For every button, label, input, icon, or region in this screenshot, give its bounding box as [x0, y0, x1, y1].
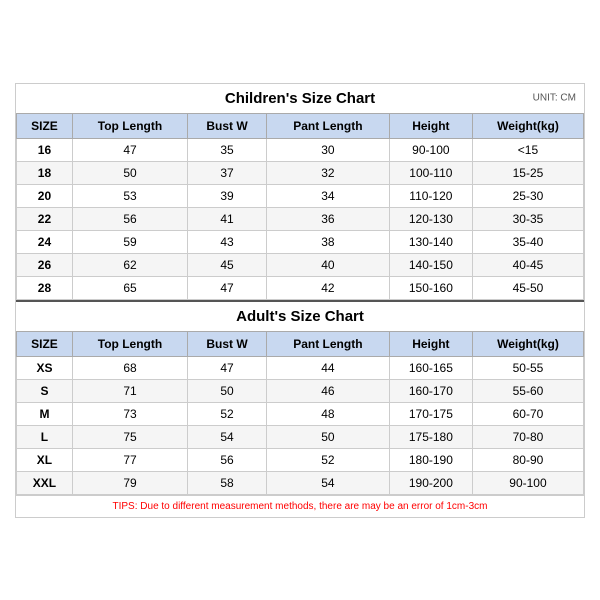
table-row: 22564136120-13030-35 [17, 207, 584, 230]
table-row: XXL795854190-20090-100 [17, 471, 584, 494]
table-row: 26624540140-15040-45 [17, 253, 584, 276]
children-size-table: SIZE Top Length Bust W Pant Length Heigh… [16, 113, 584, 300]
table-row: 1647353090-100<15 [17, 138, 584, 161]
adults-size-table: SIZE Top Length Bust W Pant Length Heigh… [16, 331, 584, 495]
table-row: XL775652180-19080-90 [17, 448, 584, 471]
size-chart-container: Children's Size Chart UNIT: CM SIZE Top … [15, 83, 585, 518]
col-header-pant-length: Pant Length [266, 113, 389, 138]
children-header-row: SIZE Top Length Bust W Pant Length Heigh… [17, 113, 584, 138]
children-section-header: Children's Size Chart UNIT: CM [16, 84, 584, 113]
col-header-weight-adult: Weight(kg) [472, 331, 583, 356]
table-row: L755450175-18070-80 [17, 425, 584, 448]
col-header-size-adult: SIZE [17, 331, 73, 356]
table-row: M735248170-17560-70 [17, 402, 584, 425]
table-row: S715046160-17055-60 [17, 379, 584, 402]
col-header-top-length-adult: Top Length [72, 331, 187, 356]
col-header-top-length: Top Length [72, 113, 187, 138]
col-header-bust-w: Bust W [188, 113, 267, 138]
col-header-bust-w-adult: Bust W [188, 331, 267, 356]
tips-text: TIPS: Due to different measurement metho… [16, 495, 584, 517]
table-row: 28654742150-16045-50 [17, 276, 584, 299]
table-row: XS684744160-16550-55 [17, 356, 584, 379]
table-row: 24594338130-14035-40 [17, 230, 584, 253]
col-header-pant-length-adult: Pant Length [266, 331, 389, 356]
col-header-weight: Weight(kg) [472, 113, 583, 138]
adults-chart-title: Adult's Size Chart [20, 308, 580, 325]
children-chart-title: Children's Size Chart [20, 90, 580, 107]
col-header-height-adult: Height [389, 331, 472, 356]
adults-section-header: Adult's Size Chart [16, 300, 584, 331]
col-header-size: SIZE [17, 113, 73, 138]
table-row: 20533934110-12025-30 [17, 184, 584, 207]
unit-label: UNIT: CM [533, 93, 576, 104]
adults-header-row: SIZE Top Length Bust W Pant Length Heigh… [17, 331, 584, 356]
table-row: 18503732100-11015-25 [17, 161, 584, 184]
col-header-height: Height [389, 113, 472, 138]
